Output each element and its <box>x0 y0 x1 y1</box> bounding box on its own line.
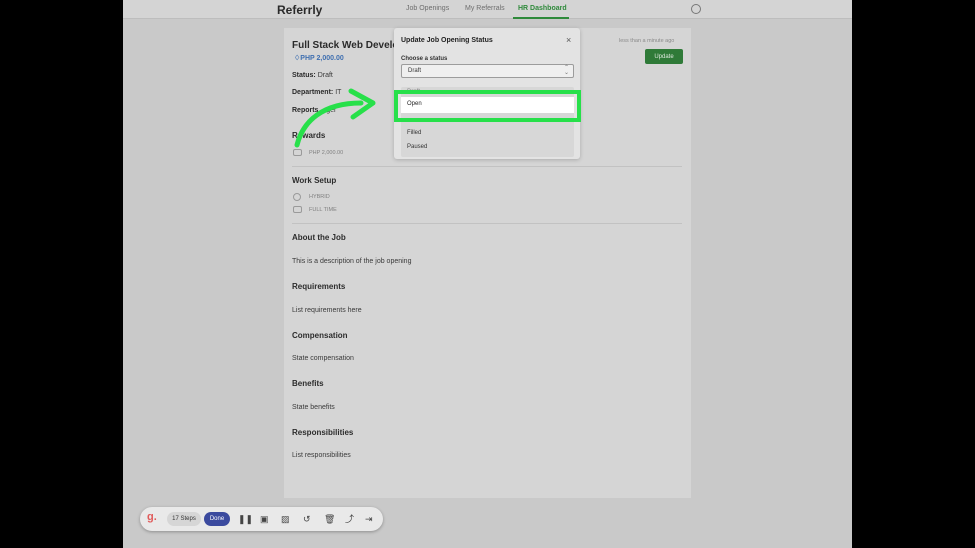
share-icon[interactable]: ⤴ <box>345 513 354 525</box>
work-type: FULL TIME <box>309 207 337 213</box>
job-reward-amount: ♢PHP 2,000.00 <box>294 55 344 62</box>
top-navigation: Referrly Job Openings My Referrals HR Da… <box>123 0 852 19</box>
responsibilities-heading: Responsibilities <box>292 428 354 437</box>
job-title: Full Stack Web Develop <box>292 40 405 51</box>
done-button[interactable]: Done <box>204 512 230 526</box>
trash-icon[interactable]: 🗑 <box>324 513 335 525</box>
image-icon[interactable]: ▨ <box>281 513 290 525</box>
option-filled[interactable]: Filled <box>407 130 421 136</box>
app-window: Referrly Job Openings My Referrals HR Da… <box>123 0 852 548</box>
requirements-heading: Requirements <box>292 282 346 291</box>
about-heading: About the Job <box>292 233 346 242</box>
highlight-box <box>394 90 581 122</box>
choose-status-label: Choose a status <box>401 56 448 62</box>
recorder-toolbar: g. 17 Steps Done ❚❚ ▣ ▨ ↺ 🗑 ⤴ ⇥ <box>140 507 383 531</box>
status-select[interactable]: Draft ⌃ ⌄ <box>401 64 574 78</box>
undo-icon[interactable]: ↺ <box>303 513 311 525</box>
skip-icon[interactable]: ⇥ <box>365 513 373 525</box>
benefits-text: State benefits <box>292 404 335 411</box>
about-text: This is a description of the job opening <box>292 258 412 265</box>
close-icon[interactable]: × <box>566 35 571 45</box>
status-select-value: Draft <box>408 68 422 74</box>
update-button[interactable]: Update <box>645 49 683 64</box>
requirements-text: List requirements here <box>292 307 362 314</box>
last-updated-text: less than a minute ago <box>619 38 675 44</box>
brand-logo[interactable]: Referrly <box>277 3 322 17</box>
work-location: HYBRID <box>309 194 330 200</box>
nav-hr-dashboard[interactable]: HR Dashboard <box>518 5 567 12</box>
recorder-logo: g. <box>147 511 157 523</box>
status-field: Status: Draft <box>292 72 333 79</box>
nav-my-referrals[interactable]: My Referrals <box>465 5 505 12</box>
divider <box>292 166 682 167</box>
modal-title: Update Job Opening Status <box>401 37 493 44</box>
compensation-heading: Compensation <box>292 331 348 340</box>
nav-job-openings[interactable]: Job Openings <box>406 5 449 12</box>
compensation-text: State compensation <box>292 355 354 362</box>
benefits-heading: Benefits <box>292 379 324 388</box>
work-setup-heading: Work Setup <box>292 176 337 185</box>
stop-icon[interactable]: ▣ <box>260 513 269 525</box>
curved-arrow-icon <box>294 88 376 148</box>
user-avatar-icon[interactable] <box>691 4 701 14</box>
location-pin-icon <box>293 193 301 201</box>
briefcase-icon <box>293 206 302 213</box>
chevron-updown-icon: ⌃ ⌄ <box>563 65 569 76</box>
active-tab-indicator <box>513 17 569 19</box>
steps-counter-button[interactable]: 17 Steps <box>167 512 201 526</box>
option-paused[interactable]: Paused <box>407 144 427 150</box>
pause-icon[interactable]: ❚❚ <box>238 513 253 525</box>
responsibilities-text: List responsibilities <box>292 452 351 459</box>
divider <box>292 223 682 224</box>
